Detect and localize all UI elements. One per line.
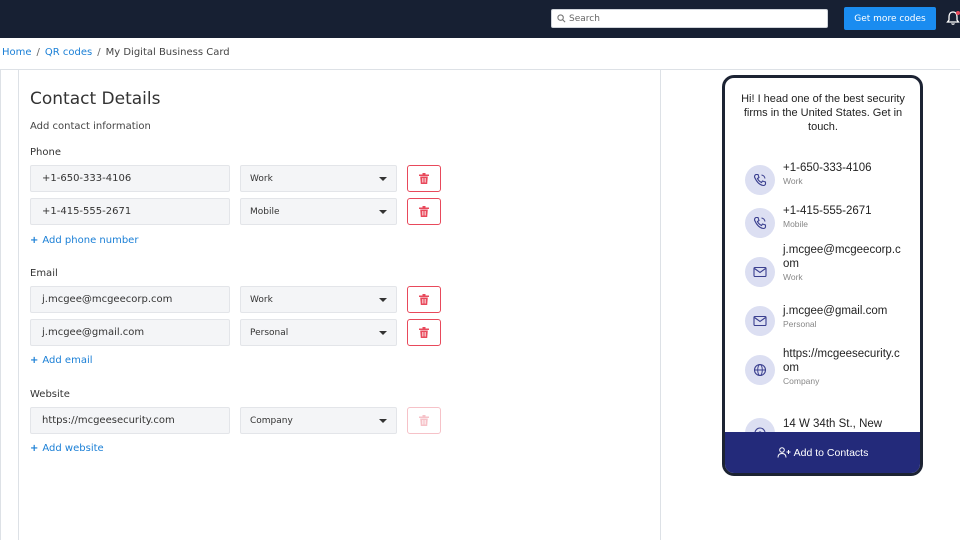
top-bar: Search Get more codes [0, 0, 960, 38]
email-input[interactable]: j.mcgee@mcgeecorp.com [30, 286, 230, 313]
caret-down-icon [379, 177, 387, 181]
preview-contact-type: Work [783, 272, 803, 282]
plus-icon: + [30, 355, 39, 366]
mail-icon [745, 257, 775, 287]
section-title: Contact Details [30, 89, 161, 109]
add-email-label: Add email [42, 355, 93, 366]
preview-contact-value: +1-415-555-2671 [783, 205, 872, 217]
preview-contact-value: j.mcgee@gmail.com [783, 305, 888, 317]
phone-input[interactable]: +1-415-555-2671 [30, 198, 230, 225]
plus-icon: + [30, 443, 39, 454]
phone-label: Phone [30, 147, 61, 158]
breadcrumb: Home / QR codes / My Digital Business Card [2, 47, 230, 58]
phone-input[interactable]: +1-650-333-4106 [30, 165, 230, 192]
plus-icon: + [30, 235, 39, 246]
breadcrumb-current: My Digital Business Card [105, 47, 230, 58]
phone-type-select[interactable]: Mobile [240, 198, 397, 225]
email-label: Email [30, 268, 58, 279]
phone-icon [745, 208, 775, 238]
trash-icon [419, 415, 429, 426]
get-more-codes-button[interactable]: Get more codes [844, 7, 936, 30]
mail-icon [745, 306, 775, 336]
breadcrumb-separator: / [97, 47, 101, 58]
caret-down-icon [379, 331, 387, 335]
website-input[interactable]: https://mcgeesecurity.com [30, 407, 230, 434]
preview-contact-value: +1-650-333-4106 [783, 162, 872, 174]
phone-type-value: Mobile [250, 206, 280, 217]
delete-email-button[interactable] [407, 319, 441, 346]
add-to-contacts-button[interactable]: Add to Contacts [725, 432, 920, 473]
trash-icon [419, 294, 429, 305]
phone-type-select[interactable]: Work [240, 165, 397, 192]
website-type-select[interactable]: Company [240, 407, 397, 434]
phone-preview: Hi! I head one of the best security firm… [722, 75, 923, 476]
breadcrumb-home[interactable]: Home [2, 47, 32, 58]
email-input[interactable]: j.mcgee@gmail.com [30, 319, 230, 346]
preview-contact-type: Personal [783, 319, 817, 329]
email-type-select[interactable]: Work [240, 286, 397, 313]
left-rail-divider [0, 70, 1, 540]
preview-bio: Hi! I head one of the best security firm… [741, 93, 905, 133]
delete-phone-button[interactable] [407, 165, 441, 192]
add-phone-label: Add phone number [42, 235, 139, 246]
add-email-link[interactable]: + Add email [30, 355, 93, 366]
add-to-contacts-label: Add to Contacts [793, 446, 869, 459]
email-type-value: Personal [250, 327, 289, 338]
search-icon [557, 14, 566, 23]
preview-contact-type: Work [783, 176, 803, 186]
search-placeholder: Search [569, 13, 600, 24]
email-type-value: Work [250, 294, 273, 305]
preview-contact-value: https://mcgeesecurity.com [783, 348, 900, 374]
add-phone-link[interactable]: + Add phone number [30, 235, 138, 246]
delete-website-button[interactable] [407, 407, 441, 434]
bell-icon[interactable] [946, 10, 960, 26]
phone-icon [745, 165, 775, 195]
search-input[interactable]: Search [551, 9, 828, 28]
add-website-link[interactable]: + Add website [30, 443, 104, 454]
website-label: Website [30, 389, 70, 400]
breadcrumb-qr-codes[interactable]: QR codes [45, 47, 92, 58]
caret-down-icon [379, 298, 387, 302]
preview-contact-value: j.mcgee@mcgeecorp.com [783, 244, 901, 270]
caret-down-icon [379, 210, 387, 214]
add-user-icon [777, 447, 791, 458]
preview-contact-type: Company [783, 376, 820, 386]
preview-contact-type: Mobile [783, 219, 809, 229]
breadcrumb-separator: / [36, 47, 40, 58]
section-subtitle: Add contact information [30, 121, 151, 132]
trash-icon [419, 327, 429, 338]
delete-phone-button[interactable] [407, 198, 441, 225]
phone-type-value: Work [250, 173, 273, 184]
caret-down-icon [379, 419, 387, 423]
delete-email-button[interactable] [407, 286, 441, 313]
website-type-value: Company [250, 415, 293, 426]
email-type-select[interactable]: Personal [240, 319, 397, 346]
trash-icon [419, 173, 429, 184]
trash-icon [419, 206, 429, 217]
preview-contact-value: 14 W 34th St., New [783, 418, 883, 430]
globe-icon [745, 355, 775, 385]
add-website-label: Add website [42, 443, 104, 454]
